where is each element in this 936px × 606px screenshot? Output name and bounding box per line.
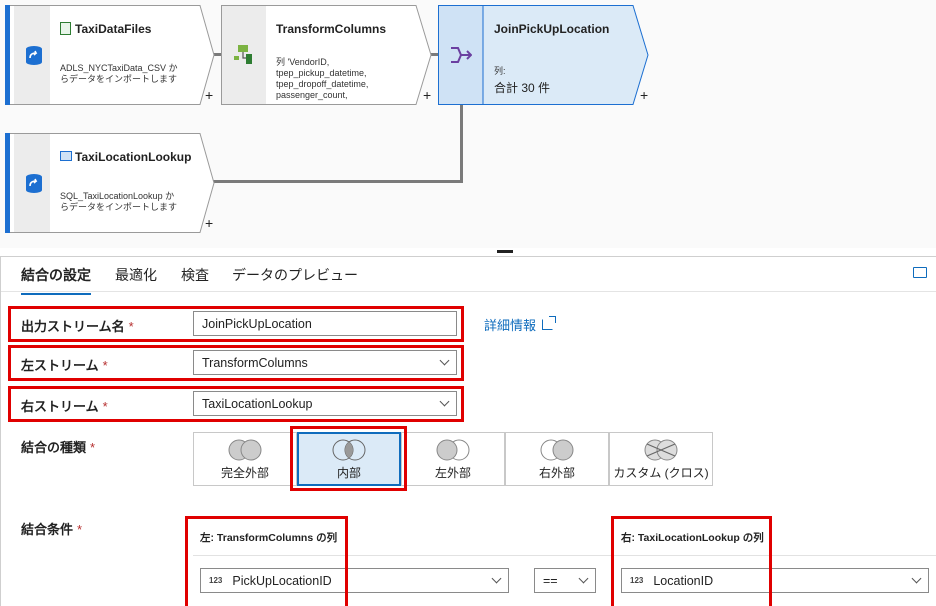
chevron-down-icon — [439, 355, 450, 365]
chevron-down-icon — [911, 573, 922, 583]
source-icon — [16, 5, 52, 105]
transform-icon — [225, 5, 261, 105]
external-link-icon — [542, 316, 557, 330]
node-columns-count: 合計 30 件 — [494, 81, 551, 95]
add-step-button[interactable]: + — [640, 88, 648, 102]
tab-inspect[interactable]: 検査 — [181, 265, 209, 293]
right-stream-select[interactable]: TaxiLocationLookup — [193, 391, 457, 416]
tab-optimize[interactable]: 最適化 — [115, 265, 157, 293]
left-stream-label: 左ストリーム * — [21, 358, 108, 373]
add-step-button[interactable]: + — [205, 216, 213, 230]
add-step-button[interactable]: + — [205, 88, 213, 102]
chevron-down-icon — [578, 573, 589, 583]
right-stream-label: 右ストリーム * — [21, 399, 108, 414]
venn-icon — [436, 439, 470, 460]
output-stream-label: 出力ストリーム名 * — [21, 319, 134, 334]
node-title: TransformColumns — [276, 22, 387, 36]
file-icon — [60, 22, 71, 35]
comment-icon[interactable] — [913, 267, 927, 278]
required-mark: * — [102, 399, 108, 414]
node-description: ADLS_NYCTaxiData_CSV からデータをインポートします — [60, 63, 178, 84]
cross-join-icon — [644, 439, 678, 460]
tab-join-settings[interactable]: 結合の設定 — [21, 265, 91, 295]
operator-select[interactable]: == — [534, 568, 596, 593]
settings-panel: 結合の設定 最適化 検査 データのプレビュー 出力ストリーム名 * JoinPic… — [0, 257, 936, 606]
left-stream-select[interactable]: TransformColumns — [193, 350, 457, 375]
join-type-right-outer[interactable]: 右外部 — [505, 432, 609, 486]
join-type-label: 結合の種類 * — [21, 440, 96, 455]
highlight-box — [185, 516, 348, 606]
venn-icon — [540, 439, 574, 460]
required-mark: * — [77, 522, 83, 537]
connector-line — [460, 104, 463, 183]
node-transformcolumns[interactable]: TransformColumns 列 'VendorID, tpep_picku… — [221, 5, 433, 105]
chevron-down-icon — [491, 573, 502, 583]
more-info-link[interactable]: 詳細情報 — [484, 315, 557, 334]
node-description: 列 'VendorID, tpep_pickup_datetime, tpep_… — [276, 57, 369, 100]
venn-icon — [228, 439, 262, 460]
join-type-full-outer[interactable]: 完全外部 — [193, 432, 297, 486]
output-stream-input[interactable]: JoinPickUpLocation — [193, 311, 457, 336]
join-condition-label: 結合条件 * — [21, 522, 83, 537]
tab-bar: 結合の設定 最適化 検査 データのプレビュー — [1, 257, 936, 295]
required-mark: * — [90, 440, 96, 455]
required-mark: * — [102, 358, 108, 373]
node-title: JoinPickUpLocation — [494, 22, 610, 36]
chevron-down-icon — [439, 396, 450, 406]
join-icon — [443, 5, 479, 105]
node-title: TaxiLocationLookup — [75, 150, 192, 164]
node-title: TaxiDataFiles — [75, 22, 152, 36]
join-type-custom-cross[interactable]: カスタム (クロス) — [609, 432, 713, 486]
node-columns-label: 列: — [494, 66, 506, 76]
join-type-left-outer[interactable]: 左外部 — [401, 432, 505, 486]
dataflow-canvas: TaxiDataFiles ADLS_NYCTaxiData_CSV からデータ… — [0, 0, 936, 248]
connector-line — [211, 180, 463, 183]
required-mark: * — [128, 319, 134, 334]
tab-data-preview[interactable]: データのプレビュー — [232, 265, 358, 293]
highlight-box — [290, 426, 407, 491]
node-description: SQL_TaxiLocationLookup からデータをインポートします — [60, 191, 178, 212]
add-step-button[interactable]: + — [423, 88, 431, 102]
source-icon — [16, 133, 52, 233]
table-icon — [60, 151, 72, 161]
highlight-box — [611, 516, 772, 606]
panel-splitter[interactable] — [0, 248, 936, 257]
node-taxilocationlookup[interactable]: TaxiLocationLookup SQL_TaxiLocationLooku… — [5, 133, 215, 233]
node-taxidatafiles[interactable]: TaxiDataFiles ADLS_NYCTaxiData_CSV からデータ… — [5, 5, 215, 105]
splitter-grip[interactable] — [497, 250, 513, 253]
node-joinpickuplocation[interactable]: JoinPickUpLocation 列: 合計 30 件 — [438, 5, 650, 105]
